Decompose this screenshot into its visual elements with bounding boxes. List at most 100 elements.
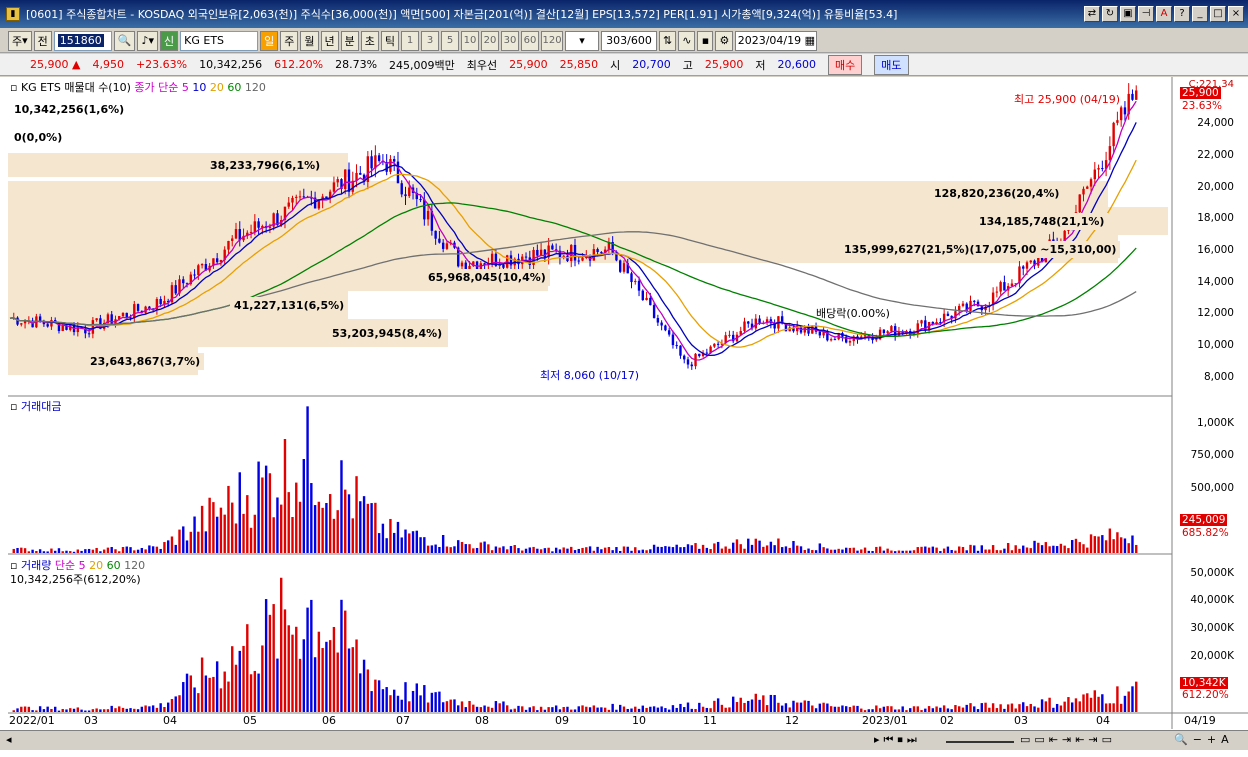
num-120[interactable]: 120 — [541, 30, 564, 51]
search-icon[interactable]: 🔍 — [113, 30, 136, 51]
num-60[interactable]: 60 — [521, 30, 540, 51]
help-icon[interactable]: ? — [1174, 6, 1190, 22]
amount-bar — [592, 550, 596, 553]
volume-bar — [626, 708, 629, 712]
candle-body — [1116, 120, 1119, 123]
volume-bar — [762, 695, 765, 712]
volume-bar — [449, 699, 452, 712]
zoom-icons[interactable]: 🔍−+A — [1174, 733, 1234, 746]
num-1[interactable]: 1 — [401, 30, 420, 51]
price-axis-label: 12,000 — [1197, 307, 1234, 319]
amount-bar — [144, 549, 147, 553]
sell-button[interactable]: 매도 — [874, 54, 909, 75]
settings-icon[interactable]: ⚙ — [715, 30, 734, 51]
pct-tag: 23.63% — [1182, 100, 1223, 112]
zoom-slider[interactable] — [946, 733, 1014, 743]
amount-bar — [626, 546, 629, 553]
num-5[interactable]: 5 — [441, 30, 460, 51]
count-field[interactable]: 303/600 — [601, 30, 658, 51]
interval-day[interactable]: 일 — [260, 30, 279, 51]
interval-minute[interactable]: 분 — [340, 30, 359, 51]
volume-bar — [1052, 707, 1055, 712]
code-input[interactable]: 151860 — [53, 30, 112, 51]
custom-num-input[interactable]: ▾ — [565, 30, 600, 51]
candle-body — [498, 264, 501, 266]
amount-bar — [871, 551, 874, 553]
num-3[interactable]: 3 — [421, 30, 440, 51]
amount-bar — [102, 549, 106, 553]
amount-bar — [1063, 545, 1066, 553]
prev-button[interactable]: 전 — [33, 30, 52, 51]
amount-axis-label: 1,000K — [1197, 417, 1234, 429]
amount-bar — [415, 530, 418, 553]
amount-bar — [961, 546, 965, 553]
candle-body — [713, 343, 716, 347]
candle-body — [419, 199, 422, 201]
maximize-button[interactable]: □ — [1210, 6, 1226, 22]
chart-tool-icon[interactable]: ⇅ — [659, 30, 677, 51]
volume-bar — [31, 710, 34, 712]
minimize-button[interactable]: _ — [1192, 6, 1208, 22]
volume-bar — [743, 702, 746, 712]
pin-icon[interactable]: ⊣ — [1138, 6, 1154, 22]
line-tool-icon[interactable]: ∿ — [678, 30, 696, 51]
buy-button[interactable]: 매수 — [828, 54, 863, 75]
volume-bar — [445, 701, 449, 712]
interval-second[interactable]: 초 — [360, 30, 379, 51]
volume-bar — [1003, 708, 1006, 712]
volume-bar — [54, 706, 57, 712]
amount-bar — [219, 507, 223, 553]
num-30[interactable]: 30 — [501, 30, 520, 51]
candle-body — [596, 249, 599, 253]
volume-bar — [1029, 703, 1032, 712]
amount-bar — [242, 513, 245, 553]
refresh-icon[interactable]: ↻ — [1102, 6, 1118, 22]
interval-week[interactable]: 주 — [280, 30, 299, 51]
num-10[interactable]: 10 — [461, 30, 480, 51]
amount-bar — [155, 546, 159, 553]
interval-month[interactable]: 월 — [300, 30, 319, 51]
close-button[interactable]: × — [1228, 6, 1244, 22]
amount-bar — [31, 549, 34, 553]
candle-body — [728, 334, 731, 336]
amount-bar — [988, 549, 991, 553]
draw-tools-icon[interactable]: ▭▭⇤⇥⇤⇥▭ — [1020, 733, 1116, 746]
amount-axis-label: 500,000 — [1190, 482, 1234, 494]
volume-bar — [641, 705, 644, 712]
volume-bar — [860, 708, 863, 712]
amount-bar — [999, 550, 1002, 553]
chart-scrollbar[interactable]: ◂ ▸⏮⏹⏭ ▭▭⇤⇥⇤⇥▭ 🔍−+A — [0, 730, 1248, 750]
volume-bar — [656, 707, 660, 712]
amount-bar — [1067, 548, 1070, 553]
volume-bar — [984, 702, 987, 712]
bid-value: 25,850 — [559, 58, 599, 71]
chart-area[interactable]: ▫ KG ETS 매물대 수(10) 종가 단순 5 10 20 60 120 … — [0, 77, 1248, 757]
volume-bar — [174, 696, 177, 712]
amount-bar — [46, 551, 49, 553]
amount-bar — [588, 546, 592, 553]
volume-bar — [611, 703, 614, 712]
amount-bar — [1127, 543, 1130, 553]
interval-tick[interactable]: 틱 — [380, 30, 400, 51]
link-icon[interactable]: ⇄ — [1084, 6, 1100, 22]
amount-bar — [498, 547, 501, 553]
scroll-left-icon[interactable]: ◂ — [6, 733, 12, 746]
playback-controls[interactable]: ▸⏮⏹⏭ — [874, 733, 921, 747]
amount-bar — [1123, 538, 1127, 553]
volume-bar — [411, 690, 415, 712]
stock-name-field[interactable]: KG ETS — [180, 30, 259, 51]
font-icon[interactable]: A — [1156, 6, 1172, 22]
amount-bar — [916, 547, 919, 553]
num-20[interactable]: 20 — [481, 30, 500, 51]
low-label: 저 — [755, 58, 766, 72]
amount-bar — [359, 501, 362, 553]
screen-icon[interactable]: ▣ — [1120, 6, 1136, 22]
volume-bar — [667, 709, 671, 712]
date-field[interactable]: 2023/04/19 ▦ — [735, 30, 818, 51]
amount-bar — [441, 535, 445, 553]
period-select[interactable]: 주 ▾ — [8, 30, 32, 51]
sound-icon[interactable]: ♪▾ — [137, 30, 159, 51]
volume-bar — [829, 706, 833, 712]
save-icon[interactable]: ▪ — [697, 30, 714, 51]
interval-year[interactable]: 년 — [320, 30, 339, 51]
